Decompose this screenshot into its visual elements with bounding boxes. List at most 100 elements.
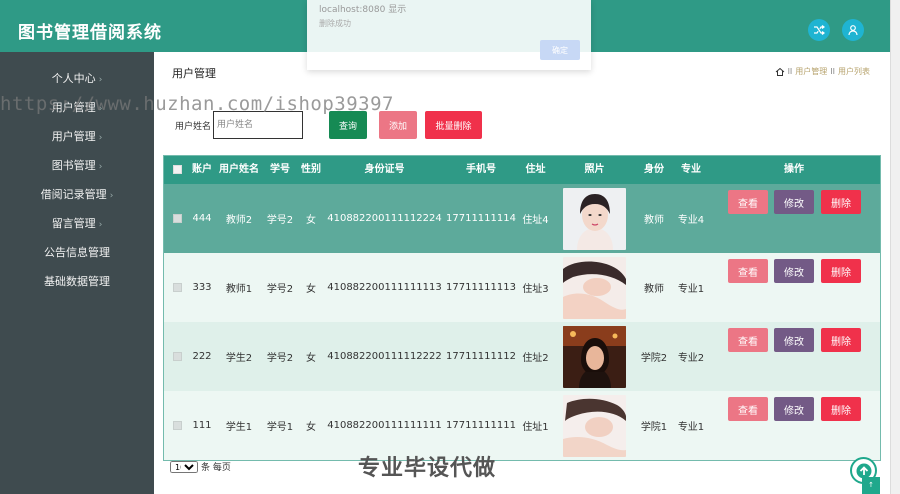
cell-major: 专业4: [677, 215, 705, 226]
pagination: 10 条 每页: [170, 460, 231, 473]
user-photo: [562, 322, 627, 391]
cell-account: 444: [192, 213, 212, 224]
col-student-no[interactable]: 学号: [265, 156, 295, 184]
batch-delete-button[interactable]: 批量删除: [425, 111, 482, 139]
view-button[interactable]: 查看: [728, 328, 768, 352]
col-phone[interactable]: 手机号: [446, 156, 516, 184]
add-button[interactable]: 添加: [379, 111, 417, 139]
sidebar-item-books[interactable]: 图书管理 ›: [0, 156, 154, 176]
chevron-right-icon: ›: [98, 220, 103, 230]
sidebar-item-notices[interactable]: 公告信息管理: [0, 243, 154, 263]
select-all-checkbox[interactable]: [171, 156, 183, 184]
delete-button[interactable]: 删除: [821, 190, 861, 214]
cell-account: 333: [192, 282, 212, 293]
home-icon[interactable]: [775, 67, 785, 77]
promo-text: 专业毕设代做: [358, 456, 497, 481]
col-name[interactable]: 用户姓名: [216, 156, 262, 184]
alert-dialog: localhost:8080 显示 删除成功 确定: [307, 0, 591, 70]
cell-phone: 17711111113: [446, 282, 516, 293]
table-row[interactable]: 444 教师2 学号2 女 410882200111112224 1771111…: [164, 184, 880, 253]
shuffle-icon[interactable]: [808, 19, 830, 41]
col-id-card[interactable]: 身份证号: [327, 156, 442, 184]
dialog-message: 删除成功: [319, 19, 351, 28]
breadcrumb-separator: II: [787, 67, 793, 76]
cell-major: 专业1: [677, 422, 705, 433]
col-role[interactable]: 身份: [636, 156, 672, 184]
cell-name: 教师1: [225, 284, 253, 295]
row-checkbox[interactable]: [171, 184, 183, 253]
col-account[interactable]: 账户: [189, 156, 215, 184]
dialog-title: localhost:8080 显示: [319, 5, 407, 15]
edit-button[interactable]: 修改: [774, 190, 814, 214]
cell-student-no: 学号1: [266, 422, 294, 433]
delete-button[interactable]: 删除: [821, 397, 861, 421]
sidebar-item-basic-data[interactable]: 基础数据管理: [0, 272, 154, 292]
view-button[interactable]: 查看: [728, 190, 768, 214]
user-photo: [562, 391, 627, 460]
user-icon[interactable]: [842, 19, 864, 41]
table-row[interactable]: 111 学生1 学号1 女 410882200111111111 1771111…: [164, 391, 880, 460]
sidebar-item-borrow-records[interactable]: 借阅记录管理 ›: [0, 185, 154, 205]
cell-id-card: 410882200111112224: [327, 213, 442, 224]
cell-name: 学生2: [225, 353, 253, 364]
sidebar-item-messages[interactable]: 留言管理 ›: [0, 214, 154, 234]
view-button[interactable]: 查看: [728, 397, 768, 421]
cell-role: 教师: [644, 215, 664, 226]
col-address[interactable]: 住址: [518, 156, 553, 184]
page-title: 用户管理: [172, 67, 216, 80]
cell-student-no: 学号2: [266, 353, 294, 364]
breadcrumb-level1[interactable]: 用户管理: [795, 66, 827, 77]
sidebar-item-personal-center[interactable]: 个人中心 ›: [0, 69, 154, 89]
col-actions: 操作: [784, 164, 804, 175]
cell-major: 专业2: [677, 353, 705, 364]
sidebar-item-label: 用户管理: [51, 130, 96, 143]
cell-role: 学院1: [640, 422, 668, 433]
sidebar-item-label: 基础数据管理: [44, 275, 110, 288]
cell-address: 住址2: [522, 353, 549, 364]
edit-button[interactable]: 修改: [774, 397, 814, 421]
delete-button[interactable]: 删除: [821, 328, 861, 352]
sidebar-item-user-manage-2[interactable]: 用户管理 ›: [0, 127, 154, 147]
row-checkbox[interactable]: [171, 253, 183, 322]
cell-id-card: 410882200111112222: [327, 351, 442, 362]
search-label: 用户姓名: [175, 122, 212, 132]
cell-role: 学院2: [640, 353, 668, 364]
cell-phone: 17711111112: [446, 351, 516, 362]
breadcrumb: II 用户管理 II 用户列表: [775, 66, 870, 77]
edit-button[interactable]: 修改: [774, 328, 814, 352]
user-photo: [562, 184, 627, 253]
col-gender[interactable]: 性别: [296, 156, 326, 184]
cell-account: 222: [192, 351, 212, 362]
delete-button[interactable]: 删除: [821, 259, 861, 283]
row-checkbox[interactable]: [171, 391, 183, 460]
scrollbar[interactable]: [890, 0, 900, 494]
page-size-suffix: 条 每页: [201, 463, 231, 473]
row-checkbox[interactable]: [171, 322, 183, 391]
sidebar-item-label: 公告信息管理: [44, 246, 110, 259]
table-row[interactable]: 222 学生2 学号2 女 410882200111112222 1771111…: [164, 322, 880, 391]
sidebar-item-label: 留言管理: [51, 217, 96, 230]
user-photo: [562, 253, 627, 322]
query-button[interactable]: 查询: [329, 111, 367, 139]
view-button[interactable]: 查看: [728, 259, 768, 283]
edit-button[interactable]: 修改: [774, 259, 814, 283]
corner-tab[interactable]: ↑: [862, 477, 880, 494]
sidebar-item-label: 个人中心: [51, 72, 96, 85]
sidebar-item-label: 图书管理: [51, 159, 96, 172]
cell-student-no: 学号2: [266, 284, 294, 295]
search-input[interactable]: [213, 111, 303, 139]
cell-gender: 女: [306, 422, 316, 433]
dialog-ok-button[interactable]: 确定: [540, 40, 580, 60]
page-size-select[interactable]: 10: [170, 460, 198, 473]
cell-account: 111: [192, 420, 212, 431]
sidebar-item-label: 借阅记录管理: [40, 188, 107, 201]
cell-gender: 女: [306, 353, 316, 364]
cell-student-no: 学号2: [266, 215, 294, 226]
chevron-right-icon: ›: [98, 75, 103, 85]
table-row[interactable]: 333 教师1 学号2 女 410882200111111113 1771111…: [164, 253, 880, 322]
col-major[interactable]: 专业: [673, 156, 709, 184]
chevron-right-icon: ›: [98, 133, 103, 143]
cell-phone: 17711111114: [446, 213, 516, 224]
watermark-text: https://www.huzhan.com/ishop39397: [0, 93, 394, 115]
breadcrumb-level2: 用户列表: [838, 67, 870, 76]
